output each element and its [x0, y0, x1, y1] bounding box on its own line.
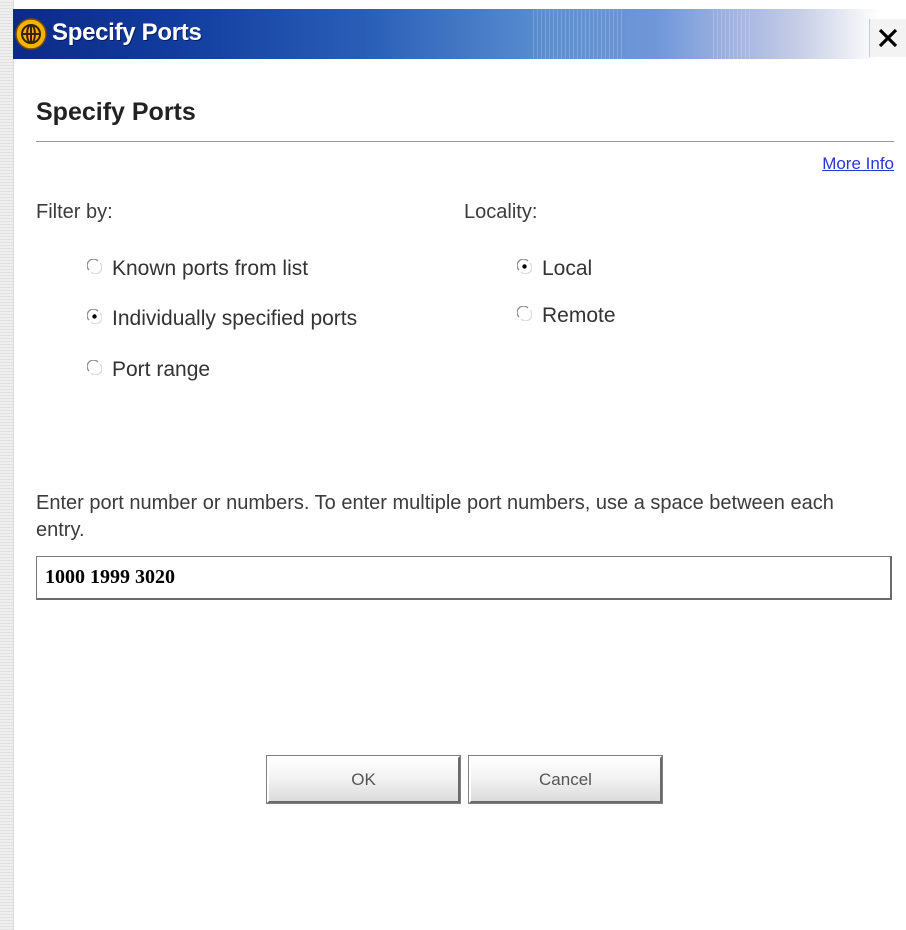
heading-divider [36, 141, 894, 142]
title-bar-texture [713, 9, 753, 59]
radio-label: Known ports from list [112, 257, 309, 280]
radio-label: Port range [112, 358, 211, 381]
title-bar[interactable]: Specify Ports [13, 9, 906, 59]
radio-selected-icon [517, 258, 532, 274]
radio-known-ports[interactable]: Known ports from list [87, 257, 308, 281]
locality-label: Locality: [464, 201, 538, 223]
radio-individual-ports[interactable]: Individually specified ports [87, 307, 357, 331]
cancel-button[interactable]: Cancel [468, 755, 663, 804]
radio-selected-icon [87, 308, 102, 324]
radio-unselected-icon [517, 305, 532, 321]
window-left-edge [0, 0, 14, 930]
title-bar-texture [533, 9, 623, 59]
radio-local[interactable]: Local [517, 257, 592, 281]
close-icon [878, 28, 898, 48]
port-instructions: Enter port number or numbers. To enter m… [36, 492, 834, 541]
more-info-link[interactable]: More Info [822, 154, 894, 174]
window-title: Specify Ports [52, 19, 202, 46]
radio-remote[interactable]: Remote [517, 304, 616, 328]
globe-icon [15, 18, 47, 50]
radio-port-range[interactable]: Port range [87, 358, 210, 382]
port-numbers-input[interactable] [36, 556, 892, 600]
radio-unselected-icon [87, 359, 102, 375]
radio-label: Local [542, 257, 593, 280]
radio-label: Remote [542, 304, 616, 327]
radio-label: Individually specified ports [112, 307, 358, 330]
radio-unselected-icon [87, 258, 102, 274]
close-button[interactable] [869, 19, 906, 57]
specify-ports-dialog: Specify Ports Specify Ports More Info Fi… [0, 0, 906, 930]
filter-by-label: Filter by: [36, 201, 113, 223]
ok-button[interactable]: OK [266, 755, 461, 804]
page-title: Specify Ports [36, 98, 196, 126]
